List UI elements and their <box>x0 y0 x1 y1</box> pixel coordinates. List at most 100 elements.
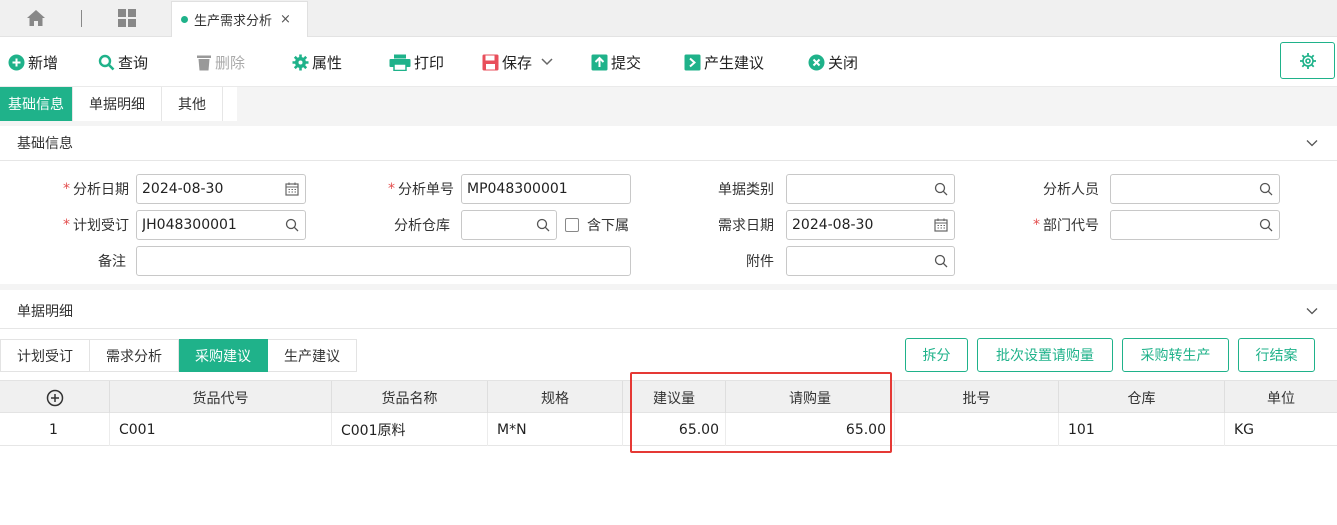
upload-arrow-icon <box>591 54 608 70</box>
demand-date-field[interactable] <box>786 210 955 240</box>
required-mark: * <box>388 181 395 197</box>
save-floppy-icon <box>482 54 499 70</box>
analyst-field[interactable] <box>1110 174 1280 204</box>
calendar-icon[interactable] <box>934 218 948 232</box>
detail-sub-tabs: 计划受订 需求分析 采购建议 生产建议 <box>0 339 357 372</box>
doc-type-label: 单据类别 <box>718 182 774 198</box>
delete-label: 删除 <box>215 53 246 72</box>
demand-date-input[interactable] <box>787 211 954 239</box>
demand-date-label: 需求日期 <box>718 218 774 234</box>
print-button[interactable]: 打印 <box>389 50 444 74</box>
generate-suggestion-button[interactable]: 产生建议 <box>684 50 764 74</box>
cell-warehouse[interactable]: 101 <box>1059 413 1225 446</box>
analysis-no-field[interactable] <box>461 174 631 204</box>
delete-button[interactable]: 删除 <box>196 50 245 74</box>
batch-set-request-qty-button[interactable]: 批次设置请购量 <box>977 338 1113 372</box>
doc-type-input[interactable] <box>787 175 954 203</box>
cell-item-name[interactable]: C001原料 <box>332 413 488 446</box>
chevron-down-icon[interactable] <box>1305 304 1319 318</box>
tab-basic-info[interactable]: 基础信息 <box>0 87 73 121</box>
cell-spec[interactable]: M*N <box>488 413 623 446</box>
home-icon[interactable] <box>26 9 46 27</box>
attachment-input[interactable] <box>787 247 954 275</box>
query-label: 查询 <box>118 53 149 72</box>
dept-code-input[interactable] <box>1111 211 1279 239</box>
document-tab-label: 生产需求分析 <box>194 14 273 29</box>
document-tab[interactable]: 生产需求分析 × <box>171 1 308 37</box>
plan-order-field[interactable] <box>136 210 306 240</box>
search-icon <box>98 54 115 70</box>
plan-order-label: * 计划受订 <box>0 210 129 240</box>
subtab-plan-order[interactable]: 计划受订 <box>0 339 90 372</box>
dept-code-field[interactable] <box>1110 210 1280 240</box>
remark-input[interactable] <box>137 247 630 275</box>
gear-icon <box>292 54 309 70</box>
apps-grid-icon[interactable] <box>118 9 136 27</box>
required-mark: * <box>1033 217 1040 233</box>
header-batch[interactable]: 批号 <box>895 381 1059 414</box>
attributes-button[interactable]: 属性 <box>292 50 342 74</box>
tab-doc-detail[interactable]: 单据明细 <box>73 87 162 121</box>
active-dot-icon <box>181 16 188 23</box>
attributes-label: 属性 <box>312 53 343 72</box>
query-button[interactable]: 查询 <box>98 50 148 74</box>
attachment-field[interactable] <box>786 246 955 276</box>
purchase-to-production-button[interactable]: 采购转生产 <box>1122 338 1229 372</box>
doc-detail-header[interactable]: 单据明细 <box>0 294 1337 329</box>
forward-icon <box>684 54 701 70</box>
header-item-name[interactable]: 货品名称 <box>332 381 488 414</box>
settings-gear-icon <box>1299 52 1316 69</box>
subtab-purchase-suggestion[interactable]: 采购建议 <box>179 339 268 372</box>
chevron-down-icon[interactable] <box>1305 136 1319 150</box>
search-icon[interactable] <box>934 254 948 268</box>
close-tab-icon[interactable]: × <box>280 12 291 27</box>
analysis-no-input[interactable] <box>462 175 630 203</box>
generate-suggestion-label: 产生建议 <box>704 53 765 72</box>
subtab-production-suggestion[interactable]: 生产建议 <box>268 339 357 372</box>
analyst-input[interactable] <box>1111 175 1279 203</box>
basic-info-header[interactable]: 基础信息 <box>0 126 1337 161</box>
search-icon[interactable] <box>536 218 550 232</box>
plan-order-text: 计划受订 <box>73 218 129 234</box>
analysis-date-field[interactable] <box>136 174 306 204</box>
dept-code-text: 部门代号 <box>1043 218 1099 234</box>
warehouse-field[interactable] <box>461 210 557 240</box>
include-sub-checkbox[interactable] <box>565 218 579 232</box>
subtab-demand-analysis[interactable]: 需求分析 <box>90 339 179 372</box>
cell-item-code[interactable]: C001 <box>110 413 332 446</box>
remark-label: 备注 <box>98 254 126 270</box>
save-button[interactable]: 保存 <box>482 50 557 74</box>
analysis-date-text: 分析日期 <box>73 182 129 198</box>
doc-type-field[interactable] <box>786 174 955 204</box>
plan-order-input[interactable] <box>137 211 305 239</box>
chevron-down-icon[interactable] <box>540 57 554 67</box>
search-icon[interactable] <box>934 182 948 196</box>
header-warehouse[interactable]: 仓库 <box>1059 381 1225 414</box>
remark-field[interactable] <box>136 246 631 276</box>
split-button[interactable]: 拆分 <box>905 338 968 372</box>
search-icon[interactable] <box>1259 218 1273 232</box>
submit-button[interactable]: 提交 <box>591 50 641 74</box>
header-unit[interactable]: 单位 <box>1225 381 1337 414</box>
attachment-label: 附件 <box>746 254 774 270</box>
plus-circle-icon[interactable] <box>46 389 64 407</box>
cell-unit[interactable]: KG <box>1225 413 1337 446</box>
search-icon[interactable] <box>285 218 299 232</box>
analysis-no-label: * 分析单号 <box>330 174 454 204</box>
analysis-date-input[interactable] <box>137 175 305 203</box>
calendar-icon[interactable] <box>285 182 299 196</box>
row-number: 1 <box>0 413 110 446</box>
printer-icon <box>389 54 411 71</box>
search-icon[interactable] <box>1259 182 1273 196</box>
dept-code-label: * 部门代号 <box>990 210 1099 240</box>
header-item-code[interactable]: 货品代号 <box>110 381 332 414</box>
tab-other[interactable]: 其他 <box>162 87 223 121</box>
close-button[interactable]: 关闭 <box>808 50 858 74</box>
close-line-button[interactable]: 行结案 <box>1238 338 1315 372</box>
header-spec[interactable]: 规格 <box>488 381 623 414</box>
settings-button[interactable] <box>1280 42 1335 79</box>
cell-batch[interactable] <box>895 413 1059 446</box>
required-mark: * <box>63 181 70 197</box>
add-button[interactable]: 新增 <box>8 50 58 74</box>
required-mark: * <box>63 217 70 233</box>
